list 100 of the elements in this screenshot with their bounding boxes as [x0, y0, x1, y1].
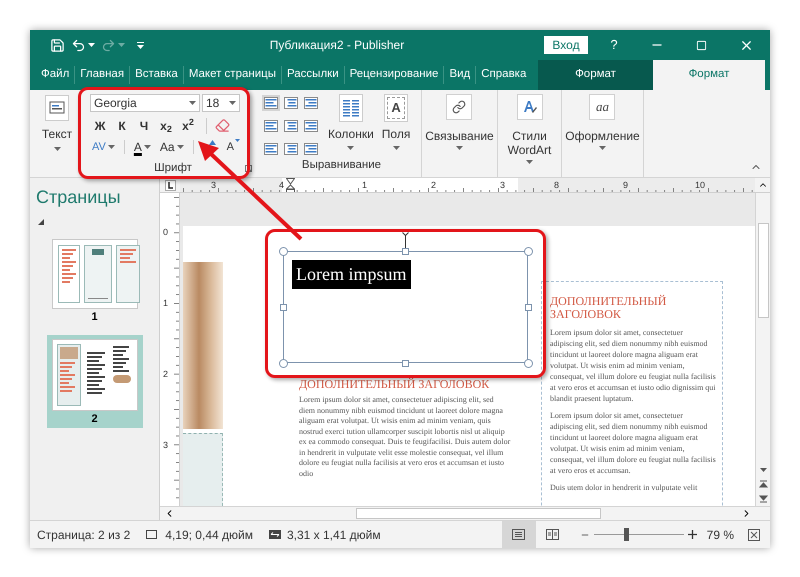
- scroll-down-icon[interactable]: [758, 465, 768, 474]
- shrink-font-button[interactable]: A: [224, 138, 242, 156]
- resize-handle[interactable]: [279, 359, 288, 368]
- align-button[interactable]: [302, 141, 320, 157]
- ribbon-tab[interactable]: Формат: [538, 60, 653, 90]
- text-box-frame[interactable]: Lorem impsum: [283, 251, 528, 363]
- position-readout: 4,19; 0,44 дюйм: [165, 526, 253, 544]
- two-page-icon: [546, 529, 560, 540]
- align-icon: [284, 143, 298, 155]
- align-icon: [264, 120, 278, 132]
- page-list-item[interactable]: 2: [46, 334, 142, 428]
- sign-in-button[interactable]: Вход: [544, 36, 588, 54]
- change-case-button[interactable]: Aa: [158, 138, 186, 156]
- resize-handle[interactable]: [525, 304, 532, 311]
- ruler-number: 2: [163, 369, 168, 379]
- scroll-thumb[interactable]: [758, 223, 768, 318]
- caret-icon: [392, 146, 400, 150]
- window-title: Публикация2 - Publisher: [270, 37, 404, 54]
- ribbon-tab[interactable]: Справка: [475, 66, 532, 84]
- text-box-icon: [45, 95, 69, 121]
- ruler-number: 9: [623, 180, 628, 190]
- single-page-icon: [512, 529, 526, 540]
- tab-stop-icon[interactable]: [164, 180, 176, 190]
- resize-handle[interactable]: [279, 247, 288, 256]
- indent-marker-icon[interactable]: [286, 178, 295, 192]
- ruler-number: 10: [695, 180, 706, 190]
- align-button[interactable]: [302, 118, 320, 134]
- undo-icon[interactable]: [71, 38, 86, 52]
- grow-font-icon[interactable]: [208, 140, 216, 146]
- page-list-item[interactable]: 1: [46, 235, 142, 326]
- help-button[interactable]: ?: [594, 35, 634, 55]
- resize-handle[interactable]: [402, 248, 409, 255]
- caret-icon: [176, 144, 184, 149]
- link-icon: [446, 94, 472, 120]
- ribbon-tab[interactable]: Макет страницы: [182, 66, 281, 84]
- ribbon-tab[interactable]: Рассылки: [281, 66, 344, 84]
- align-button[interactable]: [282, 141, 300, 157]
- dialog-launcher-icon[interactable]: [245, 164, 252, 172]
- fit-to-window-icon[interactable]: [748, 528, 760, 540]
- align-button[interactable]: [262, 118, 280, 134]
- align-button[interactable]: [282, 95, 300, 111]
- font-style-button[interactable]: x$^{2}$: [178, 116, 198, 135]
- font-color-button[interactable]: A: [132, 138, 153, 156]
- next-page-icon[interactable]: [758, 494, 768, 503]
- group-label: Шрифт: [154, 160, 192, 176]
- font-style-button[interactable]: Ж: [90, 116, 110, 135]
- font-style-button[interactable]: x$_{2}$: [156, 116, 176, 135]
- caret-icon: [598, 146, 606, 150]
- zoom-in-icon[interactable]: [688, 530, 697, 539]
- ruler-number: 0: [163, 227, 168, 237]
- align-icon: [264, 143, 278, 155]
- ribbon-command-button[interactable]: Связывание: [423, 94, 496, 166]
- ribbon-tab[interactable]: Файл: [36, 66, 74, 84]
- eraser-icon[interactable]: [215, 118, 230, 134]
- align-icon: [264, 97, 278, 109]
- save-icon[interactable]: [50, 38, 65, 52]
- ruler-number: 2: [431, 180, 436, 190]
- caret-icon: [108, 144, 115, 149]
- font-size-field[interactable]: 18: [202, 94, 240, 112]
- font-style-button[interactable]: К: [112, 116, 132, 135]
- zoom-slider-thumb[interactable]: [624, 528, 630, 541]
- font-name-field[interactable]: Georgia: [90, 94, 200, 112]
- caret-icon: [456, 146, 463, 150]
- rotation-handle-icon[interactable]: [402, 232, 409, 248]
- align-icon: [284, 120, 298, 132]
- ribbon-tab[interactable]: Вставка: [129, 66, 183, 84]
- maximize-icon[interactable]: [696, 40, 707, 50]
- ribbon-tab[interactable]: Формат: [653, 60, 765, 90]
- columns-button[interactable]: Колонки: [328, 94, 374, 157]
- resize-handle[interactable]: [280, 304, 287, 311]
- align-button[interactable]: [262, 141, 280, 157]
- ribbon-command-button[interactable]: aa Оформление: [563, 94, 642, 166]
- body-paragraph: Lorem ipsum dolor sit amet, consectetuer adipiscing elit, sed diem nonummy nibh euismod tincidunt ut laoreet dolore magna aliguam erat volutpat. Ut wisis enim ad minim veniam, quis nostrud exerci tution ullamcorper suscipit lobortis nisl ut aliquip ex ea commodo consequat. Duis te feugifacilisi. Duis autem dolor in hendrerit in vulputate velit esse molestie consequat, vel illum dolore eu feugiat nulla facilisis at vero eros et accumsan et iusto odio: [299, 395, 511, 479]
- align-button[interactable]: [302, 95, 320, 111]
- ribbon-tab[interactable]: Главная: [74, 66, 130, 84]
- align-button[interactable]: [262, 95, 280, 111]
- font-style-button[interactable]: Ч: [134, 116, 154, 135]
- text-box-button[interactable]: Текст: [34, 90, 80, 177]
- character-spacing-button[interactable]: AV: [90, 138, 117, 156]
- ribbon-command-button[interactable]: Стили WordArt: [500, 94, 560, 166]
- columns-icon: [338, 94, 363, 122]
- resize-handle[interactable]: [524, 247, 533, 256]
- margins-button[interactable]: A Поля: [382, 94, 410, 157]
- ribbon-tab[interactable]: Вид: [443, 66, 476, 84]
- resize-handle[interactable]: [402, 360, 409, 367]
- caret-icon: [229, 101, 236, 105]
- caret-icon: [118, 43, 125, 47]
- scroll-thumb[interactable]: [356, 508, 601, 519]
- caret-icon: [88, 43, 95, 47]
- resize-handle[interactable]: [524, 359, 533, 368]
- page-number: 2: [91, 412, 98, 426]
- align-button[interactable]: [282, 118, 300, 134]
- previous-page-icon[interactable]: [758, 480, 768, 489]
- page-indicator: Страница: 2 из 2: [37, 526, 130, 544]
- selected-text: Lorem impsum: [292, 260, 410, 289]
- size-readout: 3,31 x 1,41 дюйм: [286, 526, 381, 544]
- customize-toolbar-icon[interactable]: [137, 42, 144, 48]
- collapse-triangle-icon[interactable]: [38, 219, 44, 225]
- ribbon-tab[interactable]: Рецензирование: [344, 66, 444, 84]
- view-button[interactable]: [502, 521, 536, 548]
